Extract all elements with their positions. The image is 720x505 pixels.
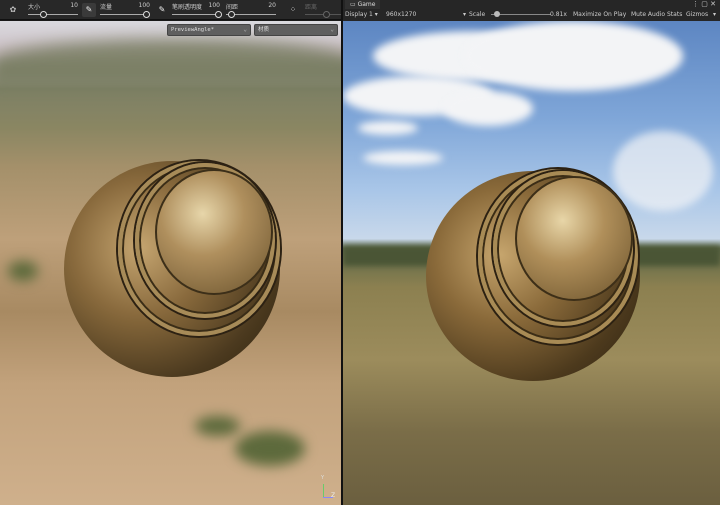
flow-label: 流量 [100, 4, 113, 11]
stats-button[interactable]: Stats [667, 10, 682, 19]
brush-settings-icon[interactable]: ✿ [6, 3, 20, 17]
size-label: 大小 [28, 4, 41, 11]
opacity-value: 100 [208, 2, 220, 9]
game-tab-label: Game [357, 1, 376, 8]
gizmos-button[interactable]: Gizmos [686, 10, 708, 19]
scatter-label: 距离 [305, 4, 318, 11]
cloud [463, 21, 683, 91]
gamepad-icon: ▭ [350, 1, 358, 8]
material-value: 材质 [258, 27, 270, 33]
mute-audio-button[interactable]: Mute Audio [631, 10, 665, 19]
cloud [613, 131, 713, 211]
resolution-dropdown[interactable]: 960x1270 ▾ [386, 10, 466, 19]
game-toolbar: ▭ Game ⋮ ▢ ✕ Display 1 ▾ 960x1270 ▾ Scale… [343, 0, 720, 21]
display-dropdown[interactable]: Display 1 ▾ [345, 10, 378, 19]
size-value: 10 [70, 2, 78, 9]
opacity-slider-handle[interactable] [215, 11, 222, 18]
chevron-down-icon: ⌄ [243, 26, 247, 33]
background-bush [235, 431, 305, 466]
opacity-slider[interactable] [172, 14, 220, 15]
scatter-slider-handle[interactable] [323, 11, 330, 18]
flow-value: 100 [138, 2, 150, 9]
maximize-on-play-button[interactable]: Maximize On Play [573, 10, 626, 19]
flow-slider-handle[interactable] [143, 11, 150, 18]
opacity-pressure-button[interactable]: ✎ [155, 3, 169, 17]
window-controls[interactable]: ⋮ ▢ ✕ [692, 0, 716, 8]
spacing-value: 20 [268, 2, 276, 9]
flow-pressure-button[interactable]: ✎ [82, 3, 96, 17]
brush-toolbar: ✿ 大小 10 ✎ 流量 100 ✎ 笔刷透明度 100 间距 20 ⁘ 距离 [0, 0, 343, 20]
preview-angle-value: PreviewAngle* [171, 27, 215, 33]
resolution-value: 960x1270 [386, 11, 417, 18]
material-dropdown[interactable]: 材质 ⌄ [254, 24, 338, 36]
size-slider-handle[interactable] [40, 11, 47, 18]
preview-angle-dropdown[interactable]: PreviewAngle* ⌄ [167, 24, 251, 36]
cloud [358, 121, 418, 135]
flow-slider[interactable] [100, 14, 148, 15]
scale-value: 0.81x [550, 11, 567, 18]
axis-gizmo[interactable]: Y Z [318, 475, 338, 503]
size-slider[interactable] [28, 14, 78, 15]
display-value: Display 1 [345, 11, 373, 18]
game-view[interactable] [343, 21, 720, 505]
background-bush [195, 416, 240, 436]
gizmo-z-label: Z [331, 492, 336, 499]
spacing-label: 间距 [226, 4, 239, 11]
background-bush [8, 261, 38, 281]
gizmos-dropdown-icon[interactable]: ▾ [713, 10, 716, 19]
scale-slider[interactable] [491, 14, 551, 15]
scatter-toggle-icon[interactable]: ⁘ [286, 3, 300, 17]
opacity-label: 笔刷透明度 [172, 4, 203, 11]
gizmo-y-label: Y [321, 475, 325, 481]
cloud [363, 151, 443, 165]
scale-label: Scale [469, 11, 486, 18]
background-hill [0, 39, 341, 84]
scene-preview-view[interactable]: PreviewAngle* ⌄ 材质 ⌄ Y Z [0, 21, 341, 505]
chevron-down-icon: ⌄ [330, 26, 334, 33]
tab-game[interactable]: ▭ Game [345, 0, 381, 9]
spacing-slider-handle[interactable] [228, 11, 235, 18]
cloud [443, 91, 533, 126]
scale-slider-handle[interactable] [494, 11, 500, 17]
